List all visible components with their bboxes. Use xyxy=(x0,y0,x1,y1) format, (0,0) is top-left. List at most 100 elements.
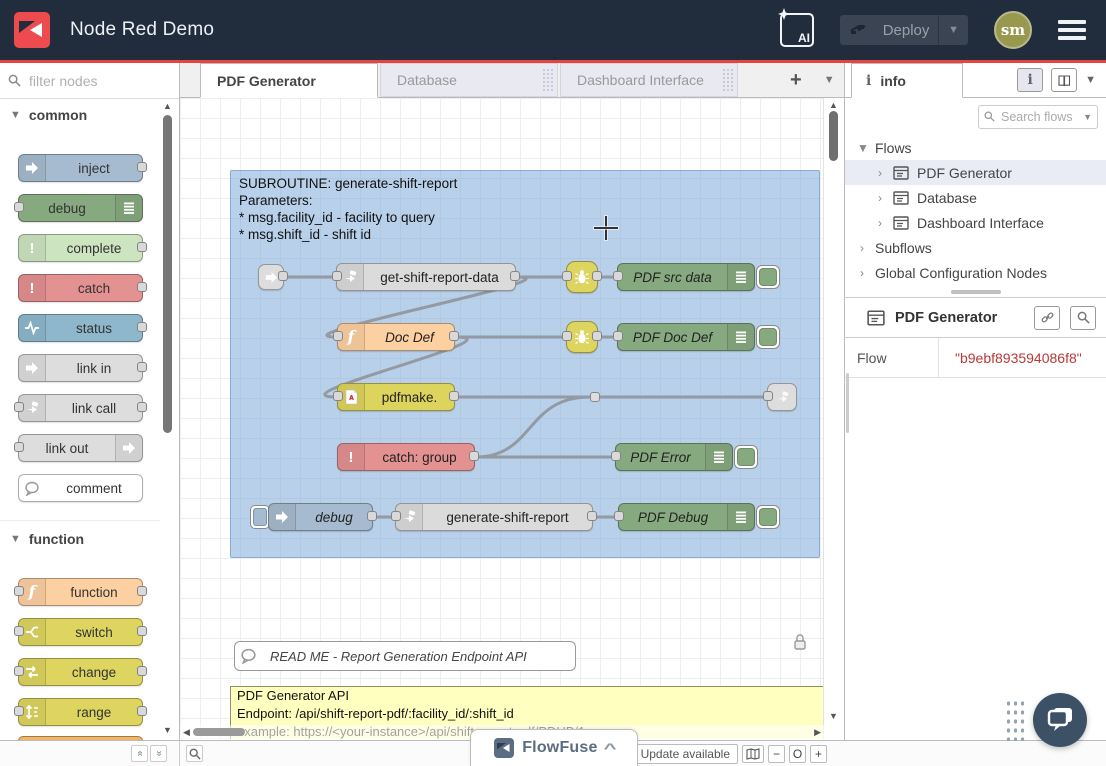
main-menu-icon[interactable] xyxy=(1058,20,1086,40)
sidebar-splitter[interactable] xyxy=(845,285,1106,298)
port[interactable] xyxy=(14,442,24,452)
palette-collapse-button[interactable]: « xyxy=(131,745,148,762)
palette-node-inject[interactable]: inject xyxy=(18,154,143,182)
node-pdfmake[interactable]: pdfmake. xyxy=(337,383,455,411)
debug-toggle-button[interactable] xyxy=(756,325,780,349)
port[interactable] xyxy=(367,511,377,521)
port[interactable] xyxy=(613,271,623,281)
tab-pdf-generator[interactable]: PDF Generator xyxy=(200,63,378,98)
tree-item-global-config[interactable]: › Global Configuration Nodes xyxy=(845,260,1106,285)
node-doc-def[interactable]: f Doc Def xyxy=(337,323,455,351)
port[interactable] xyxy=(611,451,621,461)
port[interactable] xyxy=(613,331,623,341)
scrollbar-thumb[interactable] xyxy=(163,115,172,433)
port[interactable] xyxy=(137,586,147,596)
port[interactable] xyxy=(333,391,343,401)
palette-node-link-out[interactable]: link out xyxy=(18,434,143,462)
splitter-grip[interactable] xyxy=(951,290,1001,294)
node-pdf-src-data[interactable]: PDF src data xyxy=(617,263,755,291)
debug-toggle-button[interactable] xyxy=(756,265,780,289)
deploy-caret-icon[interactable]: ▼ xyxy=(939,24,968,36)
tree-item-database[interactable]: › Database xyxy=(845,185,1106,210)
port[interactable] xyxy=(137,666,147,676)
node-pdf-debug[interactable]: PDF Debug xyxy=(618,503,755,531)
zoom-out-button[interactable]: − xyxy=(768,745,785,763)
workspace[interactable]: SUBROUTINE: generate-shift-report Parame… xyxy=(180,98,844,739)
port[interactable] xyxy=(14,202,24,212)
port[interactable] xyxy=(137,322,147,332)
palette-node-link-in[interactable]: link in xyxy=(18,354,143,382)
flowfuse-button[interactable]: FlowFuse ^ xyxy=(470,729,638,766)
tree-item-flows[interactable]: ▼ Flows xyxy=(845,135,1106,160)
port[interactable] xyxy=(614,511,624,521)
palette-node-switch[interactable]: switch xyxy=(18,618,143,646)
search-flows-input[interactable] xyxy=(999,109,1077,125)
palette-node-catch[interactable]: ! catch xyxy=(18,274,143,302)
scrollbar-thumb[interactable] xyxy=(193,728,245,736)
port[interactable] xyxy=(763,391,773,401)
scroll-down-icon[interactable]: ▼ xyxy=(163,725,172,735)
node-link-out[interactable] xyxy=(767,383,797,411)
node-debug-bug-1[interactable] xyxy=(566,261,598,293)
palette-node-status[interactable]: status xyxy=(18,314,143,342)
node-inject-debug[interactable]: debug xyxy=(268,503,373,531)
link-chain-button[interactable] xyxy=(1034,306,1060,330)
add-tab-button[interactable]: + xyxy=(790,69,802,92)
debug-toggle-button[interactable] xyxy=(734,445,758,469)
palette-node-debug[interactable]: debug xyxy=(18,194,143,222)
zoom-in-button[interactable]: + xyxy=(810,745,827,763)
palette-node-complete[interactable]: ! complete xyxy=(18,234,143,262)
tree-item-subflows[interactable]: › Subflows xyxy=(845,235,1106,260)
tree-item-pdf-generator[interactable]: › PDF Generator xyxy=(845,160,1106,185)
zoom-reset-button[interactable]: O xyxy=(789,745,806,763)
scroll-left-icon[interactable]: ◀ xyxy=(180,727,193,738)
port[interactable] xyxy=(137,282,147,292)
port[interactable] xyxy=(14,706,24,716)
palette-expand-button[interactable]: » xyxy=(150,745,167,762)
sidebar-caret-icon[interactable]: ▼ xyxy=(1085,74,1096,86)
port[interactable] xyxy=(449,391,459,401)
inject-button[interactable] xyxy=(250,505,270,529)
port[interactable] xyxy=(332,271,342,281)
port[interactable] xyxy=(14,626,24,636)
filter-nodes-input[interactable] xyxy=(27,72,161,90)
search-node-button[interactable] xyxy=(1070,306,1096,330)
sidebar-scrollbar-thumb[interactable] xyxy=(846,373,849,433)
port[interactable] xyxy=(562,331,572,341)
scroll-up-icon[interactable]: ▲ xyxy=(829,100,838,110)
port[interactable] xyxy=(592,331,602,341)
palette-node-link-call[interactable]: link call xyxy=(18,394,143,422)
scroll-up-icon[interactable]: ▲ xyxy=(163,101,172,111)
port[interactable] xyxy=(137,706,147,716)
group-subroutine[interactable]: SUBROUTINE: generate-shift-report Parame… xyxy=(230,170,820,558)
search-caret-icon[interactable]: ▼ xyxy=(1083,112,1092,122)
tree-item-dashboard-interface[interactable]: › Dashboard Interface xyxy=(845,210,1106,235)
port[interactable] xyxy=(137,626,147,636)
node-catch-group[interactable]: ! catch: group xyxy=(337,443,475,471)
tab-dashboard-interface[interactable]: Dashboard Interface xyxy=(560,63,738,97)
port[interactable] xyxy=(391,511,401,521)
node-get-shift-report-data[interactable]: get-shift-report-data xyxy=(336,263,516,291)
scrollbar-thumb[interactable] xyxy=(829,111,838,161)
port[interactable] xyxy=(469,451,479,461)
widget-drag-dots-icon[interactable] xyxy=(1005,699,1025,741)
port[interactable] xyxy=(449,331,459,341)
port[interactable] xyxy=(137,162,147,172)
palette-node-change[interactable]: change xyxy=(18,658,143,686)
category-common[interactable]: ▼ common xyxy=(10,107,87,123)
port[interactable] xyxy=(14,666,24,676)
palette-node-comment[interactable]: comment xyxy=(18,474,143,502)
category-function[interactable]: ▼ function xyxy=(10,531,84,547)
deploy-button[interactable]: Deploy ▼ xyxy=(840,15,968,45)
ai-assistant-button[interactable]: AI xyxy=(780,13,814,47)
port[interactable] xyxy=(137,242,147,252)
junction[interactable] xyxy=(590,392,600,402)
port[interactable] xyxy=(137,362,147,372)
port[interactable] xyxy=(14,402,24,412)
info-tab-button[interactable]: i xyxy=(1017,68,1043,92)
palette-scrollbar[interactable]: ▲ ▼ xyxy=(161,99,175,740)
palette-node-range[interactable]: range xyxy=(18,698,143,726)
port[interactable] xyxy=(587,511,597,521)
tab-database[interactable]: Database xyxy=(380,63,558,97)
port[interactable] xyxy=(278,271,288,281)
